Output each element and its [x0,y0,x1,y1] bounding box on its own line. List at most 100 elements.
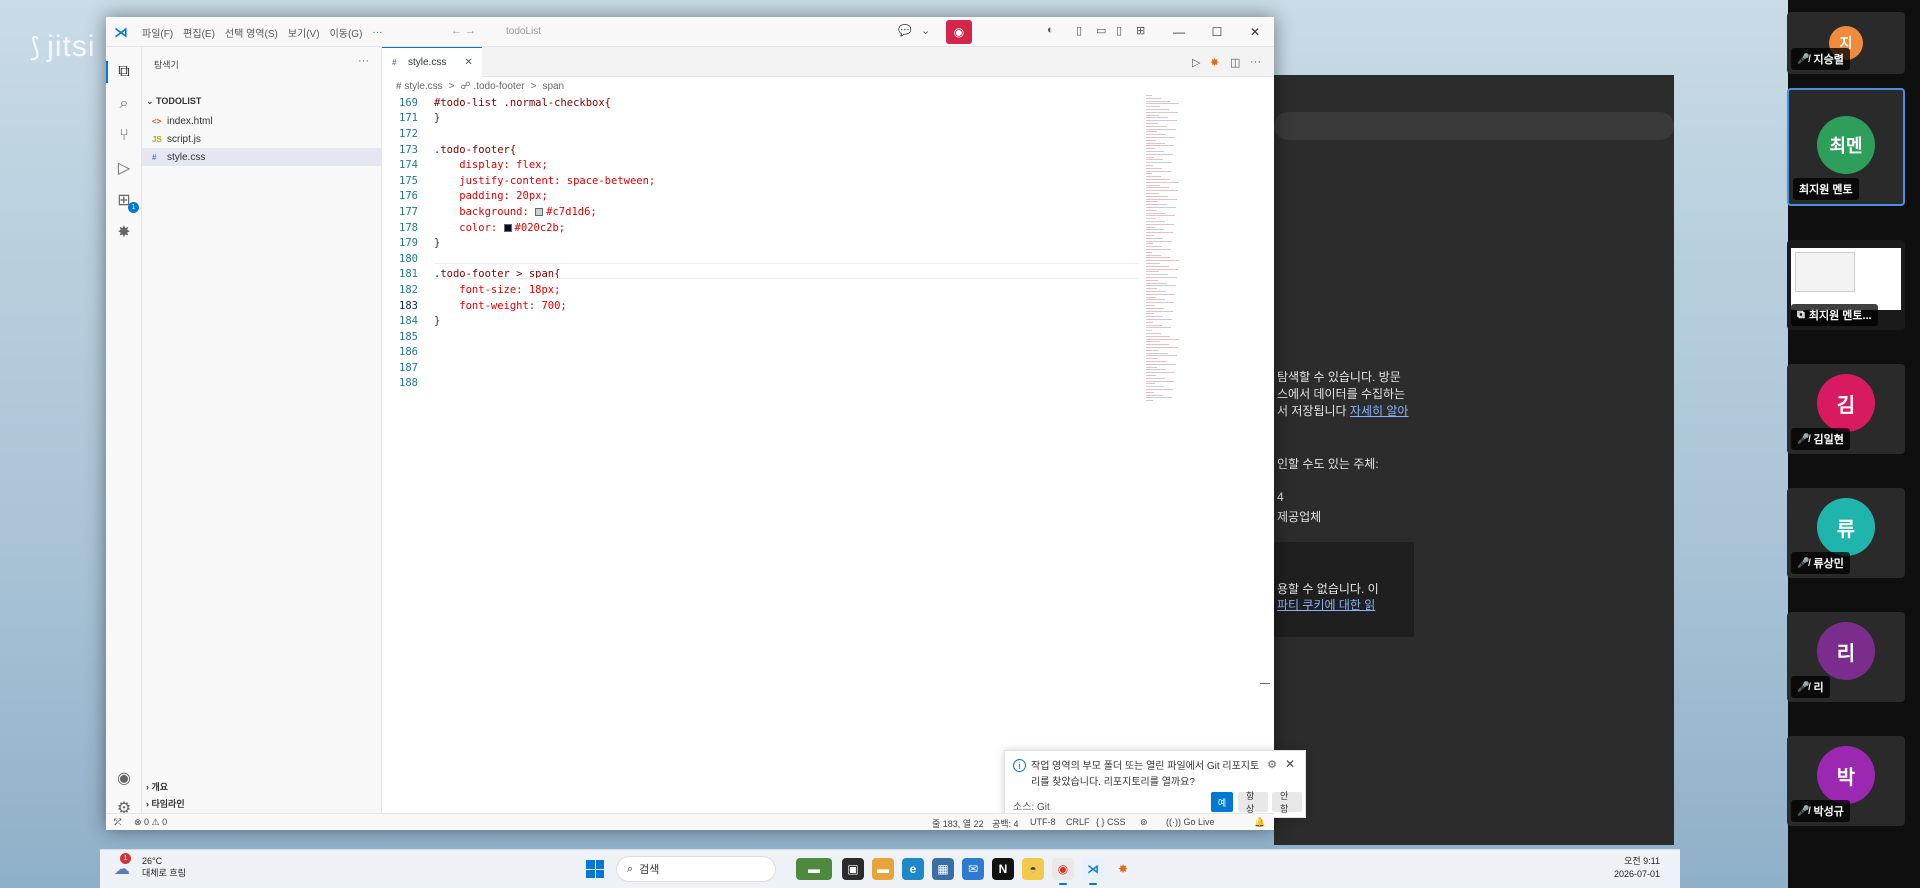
toggle-panel-icon[interactable]: ▭ [1096,24,1106,37]
minimap-line [1146,369,1166,371]
minimap-line [1146,232,1173,234]
minimap-line [1146,193,1159,194]
indentation[interactable]: 공백: 4 [992,817,1019,830]
vscode-icon[interactable]: ⋊ [1082,858,1104,885]
breadcrumb-item[interactable]: ☍ .todo-footer [461,81,525,92]
minimap-line [1146,307,1164,309]
toggle-sidebar-icon[interactable]: ▯ [1076,24,1082,37]
account-icon[interactable]: ◉ [113,767,135,789]
file-item[interactable]: <> index.html [142,112,382,130]
minimize-button[interactable]: — [1160,17,1198,47]
widgets-icon[interactable]: ▬ [796,858,832,880]
folder-header[interactable]: ⌄ TODOLIST [146,96,201,107]
minimap-line [1146,162,1172,164]
more-actions-icon[interactable]: ··· [358,55,369,67]
close-icon[interactable]: ✕ [464,57,472,68]
go-live-button[interactable]: ((·)) Go Live [1166,817,1215,827]
minimap-line [1146,260,1179,262]
notion-icon[interactable]: N [992,858,1014,880]
source-control-icon[interactable]: ⑂ [113,125,135,147]
css-file-icon: # [152,152,157,162]
start-button[interactable] [586,860,604,878]
jitsi-app-icon[interactable]: ✸ [1112,858,1134,880]
command-center-search[interactable]: todoList [498,23,838,41]
chrome-icon[interactable]: ◉ [1052,858,1074,885]
line-ending[interactable]: CRLF [1066,817,1090,827]
minimap-line [1146,293,1175,295]
minimap[interactable] [1146,95,1206,415]
cursor-position[interactable]: 줄 183, 열 22 [932,817,984,830]
file-explorer-icon[interactable]: ▬ [872,858,894,880]
minimap-line [1146,204,1167,206]
weather-widget[interactable]: ☁ 1 26°C 대체로 흐림 [114,853,186,879]
encoding[interactable]: UTF-8 [1030,817,1056,827]
task-view-icon[interactable]: ▣ [842,858,864,880]
screen-share-tile[interactable]: ⧉ 최지원 멘토... [1787,240,1905,330]
menu-file[interactable]: 파일(F) [142,25,173,40]
maximize-button[interactable]: ☐ [1198,17,1236,47]
participant-tile[interactable]: 지 🎤̸ 지승렬 [1787,12,1905,74]
minimap-line [1146,251,1152,253]
nav-arrows[interactable]: ← → [451,25,476,37]
notifications-bell-icon[interactable]: 🔔 [1254,817,1265,828]
search-icon[interactable]: ⌕ [113,93,135,115]
menu-edit[interactable]: 편집(E) [183,25,215,40]
record-button[interactable]: ◉ [946,20,972,44]
explorer-icon[interactable]: ⧉ [106,61,135,83]
color-swatch[interactable] [503,223,512,232]
store-icon[interactable]: ▦ [932,858,954,880]
gear-icon[interactable]: ⚙ [1267,758,1277,771]
html-file-icon: <> [152,116,162,126]
minimap-line [1146,137,1175,138]
outline-section[interactable]: › 개요 [146,780,168,793]
language-mode[interactable]: { } CSS [1096,817,1126,827]
breadcrumb-item[interactable]: # style.css [396,81,443,92]
timeline-section[interactable]: › 타임라인 [146,797,185,810]
copilot-chat-icon[interactable]: 💬 [898,24,912,37]
edge-icon[interactable]: e [902,858,924,880]
file-item[interactable]: # style.css [142,148,382,166]
participant-tile[interactable]: 박 🎤̸ 박성규 [1787,736,1905,826]
close-window-button[interactable]: ✕ [1236,17,1274,47]
participant-tile[interactable]: 최멘 최지원 멘토 [1787,88,1905,206]
live-preview-icon[interactable]: ✸ [1210,56,1219,69]
remote-icon[interactable]: ⤱ [114,817,121,828]
system-clock[interactable]: 오전 9:11 2026-07-01 [1614,855,1660,881]
minimap-line [1146,153,1173,155]
toggle-secondary-sidebar-icon[interactable]: ▯ [1116,24,1122,37]
taskbar-search[interactable]: ⌕ 검색 [616,856,776,882]
participant-tile[interactable]: 리 🎤̸ 리 [1787,612,1905,702]
menu-selection[interactable]: 선택 영역(S) [225,25,278,40]
layout-icon[interactable]: ⊞ [1136,24,1145,37]
minimap-line [1146,184,1160,186]
extensions-icon[interactable]: ⊞ 1 [113,189,139,213]
code-editor[interactable]: 169 #todo-list .normal-checkbox{ 171} 172… [382,95,1142,391]
never-button[interactable]: 안 함 [1272,791,1302,814]
live-share-icon[interactable]: ✸ [113,221,135,243]
copilot-icon[interactable]: ⊚ [1140,817,1148,828]
participant-tile[interactable]: 김 🎤̸ 김일현 [1787,364,1905,454]
current-line-highlight [434,263,1139,279]
participant-tile[interactable]: 류 🎤̸ 류상민 [1787,488,1905,578]
run-debug-icon[interactable]: ▷ [113,157,135,179]
minimap-line [1146,223,1174,225]
tab-style-css[interactable]: # style.css ✕ [382,47,482,77]
breadcrumb-item[interactable]: span [542,81,564,92]
menu-go[interactable]: 이동(G) [330,25,363,40]
accounts-icon[interactable]: ◐ [1047,24,1054,36]
color-swatch[interactable] [535,207,544,216]
problems-status[interactable]: ⊗ 0 ⚠ 0 [134,817,167,828]
split-editor-icon[interactable]: ◫ [1230,56,1240,69]
file-item[interactable]: JS script.js [142,130,382,148]
chevron-down-icon[interactable]: ⌄ [921,24,930,37]
more-actions-icon[interactable]: ··· [1250,56,1261,68]
yes-button[interactable]: 예 [1211,792,1233,812]
notification-source: 소스: Git [1013,802,1050,813]
menu-view[interactable]: 보기(V) [288,25,320,40]
menu-more[interactable]: ··· [372,27,382,38]
close-icon[interactable]: ✕ [1285,757,1295,771]
outlook-icon[interactable]: ✉ [962,858,984,880]
always-button[interactable]: 항상 [1238,791,1268,814]
kakaotalk-icon[interactable]: ◓ [1022,858,1044,880]
run-icon[interactable]: ▷ [1192,56,1200,69]
